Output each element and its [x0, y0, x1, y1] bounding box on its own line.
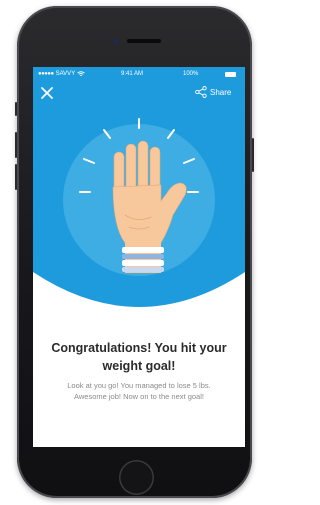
status-carrier: ●●●●● SAVVY [38, 71, 85, 77]
stage: ●●●●● SAVVY 9:41 AM 100% Share Congratul… [0, 0, 269, 505]
wifi-icon [77, 71, 85, 76]
share-button[interactable]: Share [195, 85, 231, 99]
mute-switch [15, 102, 17, 116]
battery-percentage: 100% [183, 71, 199, 77]
congrats-message: Look at you go! You managed to lose 5 lb… [67, 381, 211, 401]
congrats-title: Congratulations! You hit your weight goa… [51, 341, 227, 373]
share-icon [195, 86, 207, 98]
front-camera [113, 39, 118, 44]
status-bar: ●●●●● SAVVY 9:41 AM 100% [33, 67, 245, 81]
earpiece-speaker [127, 39, 161, 43]
home-button[interactable] [119, 460, 154, 495]
close-icon [41, 87, 53, 99]
volume-down-button [15, 164, 17, 190]
signal-strength-icon: ●●●●● [38, 71, 54, 77]
status-time: 9:41 AM [121, 71, 144, 77]
battery-icon [225, 72, 236, 77]
volume-up-button [15, 132, 17, 158]
carrier-name: SAVVY [55, 71, 76, 77]
power-button [252, 138, 254, 172]
share-label: Share [210, 87, 232, 97]
close-button[interactable] [39, 85, 55, 101]
phone-screen: ●●●●● SAVVY 9:41 AM 100% Share Congratul… [33, 67, 245, 447]
